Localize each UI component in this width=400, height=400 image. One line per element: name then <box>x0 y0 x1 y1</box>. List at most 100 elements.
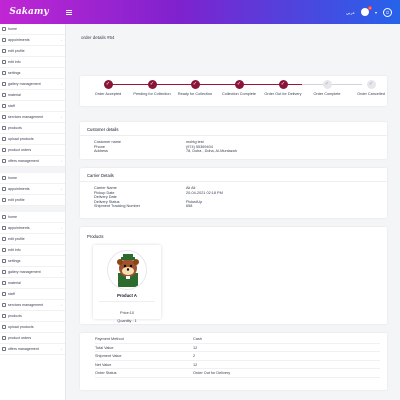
sidebar-item[interactable]: home <box>0 24 65 35</box>
calendar-icon <box>2 38 6 42</box>
sidebar-item-label: staff <box>8 292 15 296</box>
sidebar-item[interactable]: product orders <box>0 333 65 344</box>
sidebar-item[interactable]: edit profile <box>0 234 65 245</box>
gear-icon <box>2 259 6 263</box>
chevron-right-icon: › <box>61 303 62 307</box>
sidebar-item[interactable]: home <box>0 173 65 184</box>
users-icon <box>2 104 6 108</box>
payment-details-card: Payment Method Cash Total Value 12 Shipment … <box>80 333 387 390</box>
chevron-right-icon: › <box>61 226 62 230</box>
sidebar-item-label: settings <box>8 259 21 263</box>
tag-icon <box>2 126 6 130</box>
detail-value: (974) 55369404 <box>186 144 213 149</box>
sidebar-item[interactable]: upload products <box>0 322 65 333</box>
detail-key: Total Value <box>95 344 193 353</box>
sidebar-item-label: gallery management <box>8 82 41 86</box>
step: ✓ Ready for Collection <box>173 80 217 97</box>
sidebar-item[interactable]: product orders <box>0 145 65 156</box>
pending-check-icon: ✓ <box>322 80 332 89</box>
info-icon <box>2 248 6 252</box>
sidebar-item[interactable]: gallery management › <box>0 79 65 90</box>
sidebar-item-label: upload products <box>8 325 34 329</box>
chevron-down-icon[interactable]: ▾ <box>375 10 377 15</box>
logout-icon[interactable]: ⏻ <box>383 7 392 17</box>
header-actions: عربي 1 ▾ ⏻ <box>346 6 400 17</box>
detail-value: 20-04-2021 02:18 PM <box>186 190 223 195</box>
sidebar-item-label: products <box>8 126 22 130</box>
sidebar-item[interactable]: gallery management › <box>0 267 65 278</box>
sidebar-item[interactable]: edit info <box>0 57 65 68</box>
step: ✓ Collection Complete <box>217 80 261 97</box>
gear-icon <box>2 71 6 75</box>
pending-check-icon: ✓ <box>366 80 376 89</box>
tag-icon <box>2 314 6 318</box>
language-switch[interactable]: عربي <box>346 10 355 15</box>
sidebar-item[interactable]: edit profile <box>0 46 65 57</box>
check-icon: ✓ <box>103 80 113 89</box>
sidebar-item[interactable]: products <box>0 311 65 322</box>
check-icon: ✓ <box>234 80 244 89</box>
logo[interactable]: Sakamy <box>0 7 58 17</box>
sidebar-item[interactable]: staff <box>0 289 65 300</box>
users-icon <box>2 292 6 296</box>
home-icon <box>2 176 6 180</box>
sidebar-item[interactable]: products <box>0 123 65 134</box>
sidebar-item-label: offers management <box>8 347 39 351</box>
sidebar-item[interactable]: edit profile <box>0 195 65 206</box>
check-icon: ✓ <box>147 80 157 89</box>
sidebar-item-label: home <box>8 215 17 219</box>
upload-icon <box>2 137 6 141</box>
step: ✓ Order Complete <box>305 80 349 97</box>
sidebar-item-label: upload products <box>8 137 34 141</box>
product-name: Product A <box>117 293 137 298</box>
sidebar-item[interactable]: edit info <box>0 245 65 256</box>
sidebar-item[interactable]: offers management › <box>0 156 65 167</box>
avatar[interactable]: 1 <box>360 6 372 16</box>
sidebar-item-label: settings <box>8 71 21 75</box>
hamburger-menu-icon[interactable] <box>66 9 72 15</box>
sidebar: home appointments › edit profile edit info se… <box>0 24 66 400</box>
sidebar-item[interactable]: services management › <box>0 300 65 311</box>
sidebar-item[interactable]: material <box>0 90 65 101</box>
page-title: order details #54 <box>81 35 115 40</box>
gift-icon <box>2 347 6 351</box>
sidebar-item-label: home <box>8 176 17 180</box>
sidebar-item[interactable]: material <box>0 278 65 289</box>
chevron-right-icon: › <box>61 115 62 119</box>
detail-key: Customer name <box>94 140 122 144</box>
sidebar-item[interactable]: home <box>0 212 65 223</box>
divider <box>99 301 155 302</box>
sidebar-item[interactable]: services management › <box>0 112 65 123</box>
step: ✓ Pending for Collection <box>130 80 174 97</box>
sidebar-item-label: gallery management <box>8 270 41 274</box>
products-card: Products Product A Price:10 Quantity: 1 <box>80 227 387 324</box>
chevron-right-icon: › <box>61 270 62 274</box>
step-label: Order Out for Delivery <box>264 92 302 96</box>
customer-details-list: Customer name mohtg test Phone (974) 553694… <box>80 136 387 157</box>
sidebar-item[interactable]: upload products <box>0 134 65 145</box>
user-icon <box>2 198 6 202</box>
step-label: Order Complete <box>313 92 341 96</box>
sidebar-item[interactable]: settings <box>0 256 65 267</box>
sidebar-item-label: home <box>8 27 17 31</box>
detail-key: Pickup Date <box>94 190 115 195</box>
sidebar-item[interactable]: appointments › <box>0 223 65 234</box>
sidebar-item[interactable]: appointments › <box>0 35 65 46</box>
user-icon <box>2 237 6 241</box>
top-header: Sakamy عربي 1 ▾ ⏻ <box>0 0 400 24</box>
sidebar-item[interactable]: staff <box>0 101 65 112</box>
step-label: Ready for Collection <box>177 92 213 96</box>
detail-key: Shipment Value <box>95 352 193 361</box>
detail-key: Shipment Tracking Number <box>94 204 141 208</box>
detail-value: 12 <box>193 344 380 353</box>
detail-key: Delivery Date <box>94 195 117 199</box>
box-icon <box>2 281 6 285</box>
product-card[interactable]: Product A Price:10 Quantity : 1 <box>93 245 161 323</box>
sidebar-item[interactable]: offers management › <box>0 344 65 355</box>
sidebar-item[interactable]: settings <box>0 68 65 79</box>
detail-key: Net Value <box>95 361 193 370</box>
detail-value: Order Out for Delivery <box>193 369 380 378</box>
main-content: order details #54 ✓ Order Accepted ✓ Pendin… <box>74 24 394 390</box>
sidebar-item[interactable]: appointments › <box>0 184 65 195</box>
card-title: Products <box>87 234 104 239</box>
